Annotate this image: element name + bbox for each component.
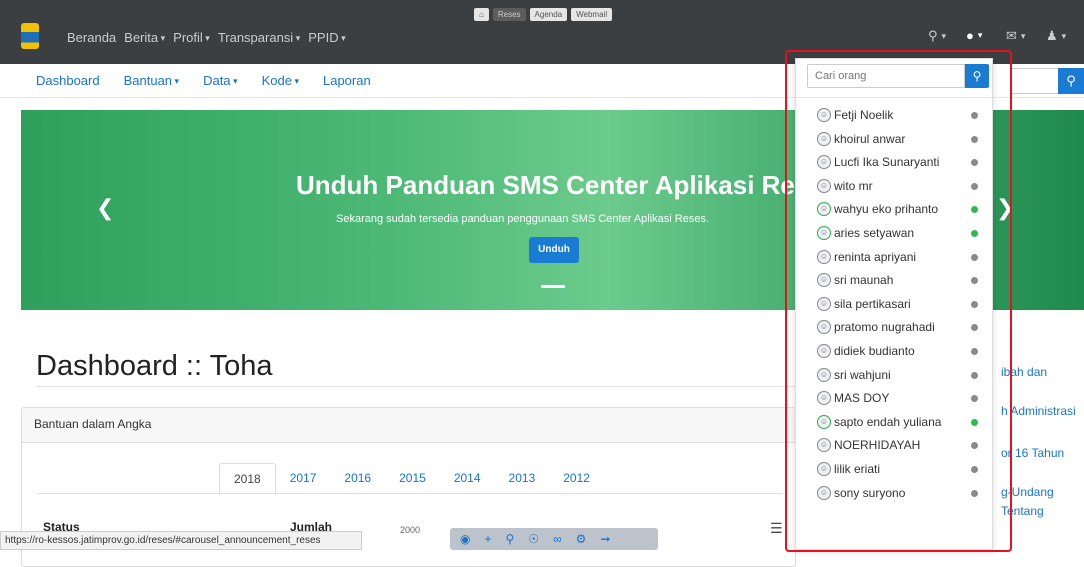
download-button[interactable]: Unduh xyxy=(529,237,579,263)
subnav-item-2[interactable]: Data ▾ xyxy=(203,73,238,88)
user-icon: ♟ xyxy=(1046,28,1058,43)
search-icon: ⚲ xyxy=(1066,73,1076,88)
subnav-item-0[interactable]: Dashboard xyxy=(36,73,100,88)
subnav-item-label: Laporan xyxy=(322,73,371,88)
carousel-prev-icon[interactable]: ❮ xyxy=(96,195,114,221)
nav-item-label: Transparansi xyxy=(217,30,294,45)
user-menu-toggle[interactable]: ♟ ▾ xyxy=(1046,28,1066,44)
divider xyxy=(36,386,796,387)
search-icon: ⚲ xyxy=(928,28,938,43)
subnav-item-label: Bantuan xyxy=(123,73,173,88)
main-nav: Beranda Berita ▾ Profil ▾ Transparansi ▾ PPI… xyxy=(67,30,346,45)
quicknav-link-0[interactable]: Reses xyxy=(492,8,526,21)
subnav-item-label: Dashboard xyxy=(36,73,100,88)
mail-menu-toggle[interactable]: ✉ ▾ xyxy=(1006,28,1025,44)
chevron-down-icon: ▾ xyxy=(977,30,983,40)
link-icon[interactable]: ∞ xyxy=(553,532,562,546)
chat-menu-toggle[interactable]: ● ▾ xyxy=(966,28,982,43)
caret-down-icon: ▾ xyxy=(172,76,180,86)
subnav-item-4[interactable]: Laporan xyxy=(323,73,371,88)
quick-nav: ⌂ Reses Agenda Webmail xyxy=(474,8,613,21)
caret-down-icon: ▾ xyxy=(230,76,238,86)
site-logo[interactable] xyxy=(21,23,39,49)
tab-year-2015[interactable]: 2015 xyxy=(385,463,440,495)
carousel-indicator[interactable] xyxy=(541,285,565,288)
nav-item-2[interactable]: Profil ▾ xyxy=(173,30,210,45)
floating-toolbar: ◉ + ⚲ ☉ ∞ ⚙ ➞ xyxy=(450,528,658,550)
sub-nav-items: Dashboard Bantuan ▾ Data ▾ Kode ▾ Laporan xyxy=(36,73,371,88)
globe-icon[interactable]: ☉ xyxy=(528,532,539,546)
quicknav-link-1[interactable]: Agenda xyxy=(529,8,568,21)
tab-year-2017[interactable]: 2017 xyxy=(276,463,331,495)
search-menu-toggle[interactable]: ⚲ ▾ xyxy=(928,28,946,44)
gear-icon[interactable]: ⚙ xyxy=(576,532,587,546)
tab-divider xyxy=(38,493,783,494)
chevron-down-icon: ▾ xyxy=(1020,30,1026,41)
subnav-item-1[interactable]: Bantuan ▾ xyxy=(124,73,179,88)
nav-item-label: Beranda xyxy=(67,30,117,45)
dashboard-icon[interactable]: ◉ xyxy=(460,532,470,546)
subnav-item-3[interactable]: Kode ▾ xyxy=(262,73,299,88)
card-title: Bantuan dalam Angka xyxy=(22,408,795,443)
home-icon[interactable]: ⌂ xyxy=(474,8,489,21)
page-title: Dashboard :: Toha xyxy=(36,350,273,382)
chart-tick-label: 2000 xyxy=(400,525,421,535)
year-tabs: 2018 2017 2016 2015 2014 2013 2012 xyxy=(219,463,604,495)
caret-down-icon: ▾ xyxy=(293,33,301,43)
caret-down-icon: ▾ xyxy=(291,76,299,86)
caret-down-icon: ▾ xyxy=(202,33,210,43)
caret-down-icon: ▾ xyxy=(338,33,346,43)
chat-icon: ● xyxy=(966,28,974,43)
plus-icon[interactable]: + xyxy=(484,532,491,546)
search-button[interactable]: ⚲ xyxy=(1058,68,1084,94)
caret-down-icon: ▾ xyxy=(158,33,166,43)
nav-item-3[interactable]: Transparansi ▾ xyxy=(218,30,300,45)
search-icon[interactable]: ⚲ xyxy=(506,532,515,546)
tab-year-2018[interactable]: 2018 xyxy=(219,463,276,495)
side-link-2[interactable]: h Administrasi xyxy=(1001,404,1076,418)
chevron-down-icon: ▾ xyxy=(1061,30,1067,41)
tab-year-2012[interactable]: 2012 xyxy=(549,463,604,495)
carousel-title: Unduh Panduan SMS Center Aplikasi Reses xyxy=(296,170,839,200)
subnav-item-label: Data xyxy=(203,73,231,88)
tab-year-2014[interactable]: 2014 xyxy=(440,463,495,495)
tab-year-2016[interactable]: 2016 xyxy=(330,463,385,495)
mail-icon: ✉ xyxy=(1006,28,1017,43)
nav-item-label: Berita xyxy=(124,30,159,45)
nav-item-4[interactable]: PPID ▾ xyxy=(308,30,345,45)
nav-item-label: Profil xyxy=(173,30,203,45)
chevron-down-icon: ▾ xyxy=(941,30,947,41)
nav-item-1[interactable]: Berita ▾ xyxy=(124,30,165,45)
quicknav-link-2[interactable]: Webmail xyxy=(571,8,613,21)
chart-menu-icon[interactable]: ☰ xyxy=(770,520,783,537)
logout-icon[interactable]: ➞ xyxy=(600,532,610,546)
nav-item-0[interactable]: Beranda xyxy=(67,30,116,45)
highlight-box xyxy=(785,50,1012,552)
search-input[interactable] xyxy=(1010,68,1058,94)
carousel-subtitle: Sekarang sudah tersedia panduan pengguna… xyxy=(336,213,710,225)
tab-year-2013[interactable]: 2013 xyxy=(495,463,550,495)
subnav-item-label: Kode xyxy=(261,73,292,88)
browser-status-bar: https://ro-kessos.jatimprov.go.id/reses/… xyxy=(0,531,362,550)
nav-item-label: PPID xyxy=(308,30,339,45)
